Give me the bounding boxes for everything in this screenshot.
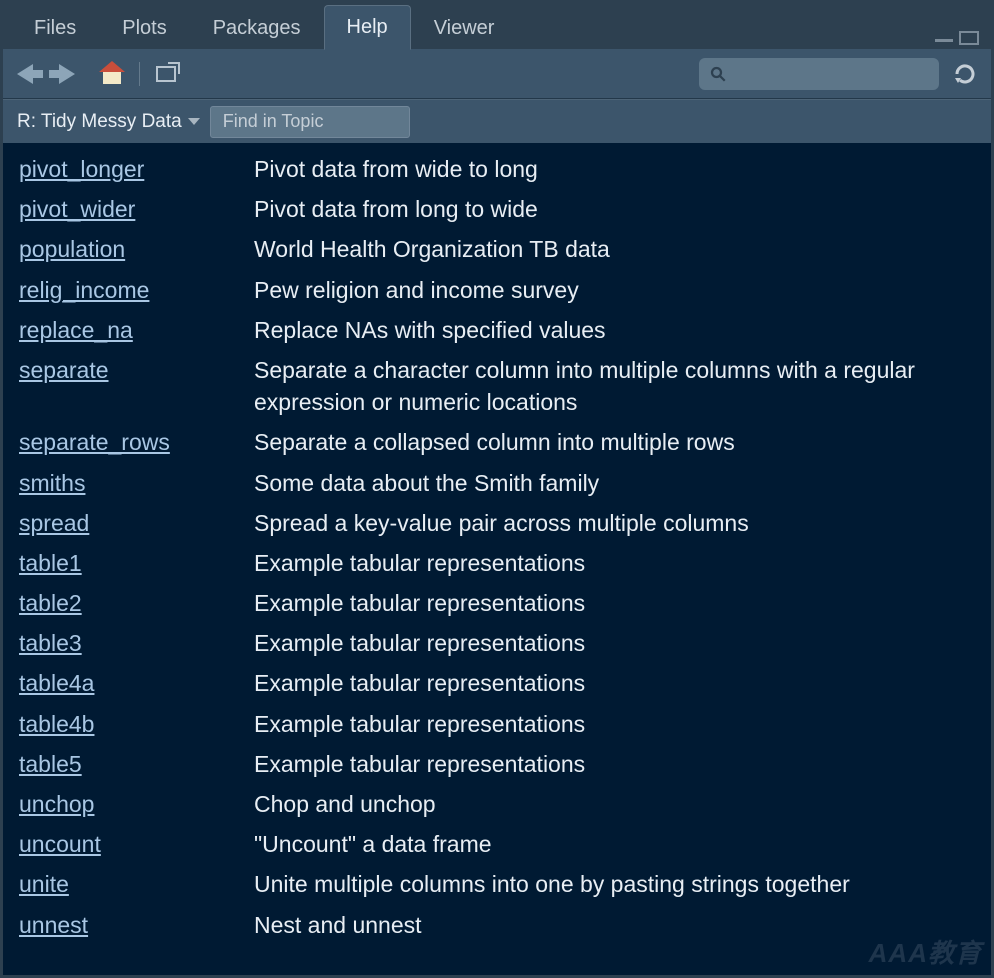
tab-viewer[interactable]: Viewer xyxy=(411,6,518,50)
help-topic-link[interactable]: unite xyxy=(19,871,69,897)
arrow-right-icon xyxy=(59,64,75,84)
help-topic-description: Pivot data from long to wide xyxy=(254,189,975,229)
help-topic-description: Example tabular representations xyxy=(254,623,975,663)
help-topic-link[interactable]: table4b xyxy=(19,711,94,737)
minimize-pane-icon[interactable] xyxy=(935,31,953,42)
pane-window-controls xyxy=(935,31,983,49)
tab-help[interactable]: Help xyxy=(324,5,411,50)
tab-files[interactable]: Files xyxy=(11,6,99,50)
help-topic-description: Example tabular representations xyxy=(254,704,975,744)
help-topic-description: World Health Organization TB data xyxy=(254,229,975,269)
help-topic-link[interactable]: pivot_longer xyxy=(19,156,144,182)
table-row: relig_income Pew religion and income surv… xyxy=(19,270,975,310)
tab-packages[interactable]: Packages xyxy=(190,6,324,50)
table-row: spread Spread a key-value pair across mul… xyxy=(19,503,975,543)
help-topic-description: Separate a collapsed column into multipl… xyxy=(254,422,975,462)
help-topic-link[interactable]: table5 xyxy=(19,751,82,777)
help-topic-description: "Uncount" a data frame xyxy=(254,824,975,864)
table-row: table4a Example tabular representations xyxy=(19,663,975,703)
help-topic-link[interactable]: table3 xyxy=(19,630,82,656)
help-toolbar xyxy=(3,49,991,99)
table-row: replace_na Replace NAs with specified val… xyxy=(19,310,975,350)
help-index-table: pivot_longer Pivot data from wide to long… xyxy=(19,149,975,945)
help-topic-link[interactable]: separate xyxy=(19,357,109,383)
table-row: population World Health Organization TB d… xyxy=(19,229,975,269)
home-button[interactable] xyxy=(101,64,123,84)
help-topic-link[interactable]: spread xyxy=(19,510,89,536)
help-topic-description: Unite multiple columns into one by pasti… xyxy=(254,864,975,904)
table-row: pivot_wider Pivot data from long to wide xyxy=(19,189,975,229)
watermark: AAA教育 xyxy=(869,933,982,970)
help-topic-link[interactable]: table4a xyxy=(19,670,94,696)
help-topic-description: Example tabular representations xyxy=(254,583,975,623)
help-topic-link[interactable]: table2 xyxy=(19,590,82,616)
toolbar-divider xyxy=(139,62,140,86)
help-topic-description: Pivot data from wide to long xyxy=(254,149,975,189)
table-row: table1 Example tabular representations xyxy=(19,543,975,583)
table-row: table3 Example tabular representations xyxy=(19,623,975,663)
help-topic-link[interactable]: smiths xyxy=(19,470,85,496)
help-topic-description: Nest and unnest xyxy=(254,905,975,945)
table-row: pivot_longer Pivot data from wide to long xyxy=(19,149,975,189)
help-topic-description: Pew religion and income survey xyxy=(254,270,975,310)
home-icon xyxy=(99,61,125,72)
help-topic-link[interactable]: unnest xyxy=(19,912,88,938)
table-row: uncount "Uncount" a data frame xyxy=(19,824,975,864)
refresh-icon xyxy=(953,62,977,86)
refresh-button[interactable] xyxy=(953,62,977,86)
help-topic-link[interactable]: population xyxy=(19,236,125,262)
help-topic-link[interactable]: unchop xyxy=(19,791,94,817)
table-row: unnest Nest and unnest xyxy=(19,905,975,945)
topic-title-label: R: Tidy Messy Data xyxy=(17,111,182,133)
topic-dropdown[interactable]: R: Tidy Messy Data xyxy=(17,111,200,133)
find-in-topic-input[interactable] xyxy=(210,106,410,138)
arrow-left-icon xyxy=(17,64,33,84)
maximize-pane-icon[interactable] xyxy=(959,31,979,45)
table-row: unchop Chop and unchop xyxy=(19,784,975,824)
table-row: table5 Example tabular representations xyxy=(19,744,975,784)
table-row: table4b Example tabular representations xyxy=(19,704,975,744)
help-topic-description: Replace NAs with specified values xyxy=(254,310,975,350)
help-topic-description: Example tabular representations xyxy=(254,543,975,583)
tab-plots[interactable]: Plots xyxy=(99,6,189,50)
table-row: separate Separate a character column into… xyxy=(19,350,975,422)
help-topic-link[interactable]: uncount xyxy=(19,831,101,857)
table-row: unite Unite multiple columns into one by … xyxy=(19,864,975,904)
help-topic-description: Separate a character column into multipl… xyxy=(254,350,975,422)
help-topic-description: Example tabular representations xyxy=(254,744,975,784)
help-topic-description: Spread a key-value pair across multiple … xyxy=(254,503,975,543)
nav-back-button[interactable] xyxy=(17,64,45,84)
pane-tabbar: Files Plots Packages Help Viewer xyxy=(3,3,991,49)
help-topic-link[interactable]: pivot_wider xyxy=(19,196,135,222)
help-content[interactable]: pivot_longer Pivot data from wide to long… xyxy=(3,143,991,975)
help-topic-description: Chop and unchop xyxy=(254,784,975,824)
help-topic-link[interactable]: replace_na xyxy=(19,317,133,343)
help-topic-link[interactable]: table1 xyxy=(19,550,82,576)
help-search-input[interactable] xyxy=(699,58,939,90)
help-topic-link[interactable]: relig_income xyxy=(19,277,149,303)
help-topic-description: Some data about the Smith family xyxy=(254,463,975,503)
search-icon xyxy=(709,65,727,83)
table-row: smiths Some data about the Smith family xyxy=(19,463,975,503)
table-row: table2 Example tabular representations xyxy=(19,583,975,623)
help-topic-link[interactable]: separate_rows xyxy=(19,429,170,455)
chevron-down-icon xyxy=(188,118,200,125)
popout-button[interactable] xyxy=(156,66,176,82)
help-topic-description: Example tabular representations xyxy=(254,663,975,703)
help-subbar: R: Tidy Messy Data xyxy=(3,99,991,143)
nav-forward-button[interactable] xyxy=(59,64,87,84)
table-row: separate_rows Separate a collapsed column… xyxy=(19,422,975,462)
